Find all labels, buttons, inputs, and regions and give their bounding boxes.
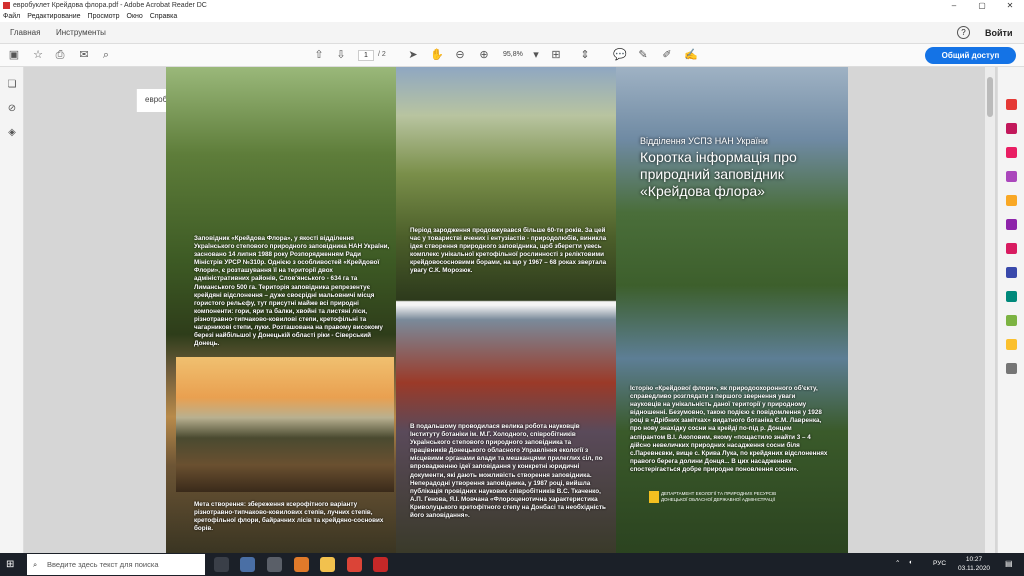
- fit-page-icon[interactable]: ⊞: [548, 47, 564, 63]
- department-name: ДЕПАРТАМЕНТ ЕКОЛОГІЇ ТА ПРИРОДНИХ РЕСУРС…: [661, 491, 777, 502]
- minimize-button[interactable]: –: [940, 0, 968, 11]
- zoom-dropdown-icon[interactable]: ▾: [528, 47, 544, 63]
- send-for-review-icon[interactable]: [1006, 339, 1017, 350]
- create-pdf-icon[interactable]: [1006, 123, 1017, 134]
- redact-icon[interactable]: [1006, 243, 1017, 254]
- menu-bar: Файл Редактирование Просмотр Окно Справк…: [0, 11, 1024, 22]
- protect-icon[interactable]: [1006, 267, 1017, 278]
- share-button[interactable]: Общий доступ: [925, 47, 1016, 64]
- volume-icon[interactable]: ◐: [909, 559, 913, 566]
- sunset-photo: [176, 357, 394, 492]
- sign-icon[interactable]: ✍: [683, 47, 699, 63]
- hand-tool-icon[interactable]: ✋: [429, 47, 445, 63]
- comment-tool-icon[interactable]: [1006, 195, 1017, 206]
- acrobat-taskbar-icon[interactable]: [373, 557, 388, 572]
- window-title: евробуклет Крейдова флора.pdf - Adobe Ac…: [13, 2, 207, 9]
- tab-tools[interactable]: Инструменты: [48, 22, 114, 44]
- zoom-out-icon[interactable]: ⊖: [452, 47, 468, 63]
- page-thumbnails-icon[interactable]: ❏: [5, 79, 19, 93]
- menu-view[interactable]: Просмотр: [88, 13, 120, 20]
- menu-edit[interactable]: Редактирование: [27, 13, 80, 20]
- left-sidebar: ❏ ⊘ ◈: [0, 67, 24, 553]
- page-total: / 2: [378, 51, 386, 58]
- fill-sign-icon[interactable]: [1006, 219, 1017, 230]
- clock-date: 03.11.2020: [958, 565, 991, 572]
- emblem-icon: [649, 491, 659, 503]
- combine-files-icon[interactable]: [1006, 315, 1017, 326]
- windows-start-icon[interactable]: ⊞: [6, 559, 17, 570]
- clock[interactable]: 10:27 03.11.2020: [958, 555, 990, 573]
- page-down-icon[interactable]: ⇩: [333, 47, 349, 63]
- select-tool-icon[interactable]: ➤: [405, 47, 421, 63]
- app-icon[interactable]: [240, 557, 255, 572]
- scrollbar-thumb[interactable]: [987, 77, 993, 117]
- edit-pdf-icon[interactable]: [1006, 147, 1017, 158]
- close-button[interactable]: ✕: [996, 0, 1024, 11]
- clock-time: 10:27: [965, 556, 983, 563]
- help-icon[interactable]: ?: [957, 26, 970, 39]
- calculator-icon[interactable]: [267, 557, 282, 572]
- zoom-level[interactable]: 95,8%: [503, 51, 523, 58]
- network-icon[interactable]: ⌃: [895, 559, 900, 567]
- taskbar-search-placeholder: Введите здесь текст для поиска: [47, 560, 159, 569]
- organize-pages-icon[interactable]: [1006, 171, 1017, 182]
- document-page: Заповідник «Крейдова Флора», у якості ві…: [166, 67, 848, 553]
- browser-icon[interactable]: [294, 557, 309, 572]
- menu-help[interactable]: Справка: [150, 13, 177, 20]
- zoom-in-icon[interactable]: ⊕: [476, 47, 492, 63]
- more-tools-icon[interactable]: [1006, 363, 1017, 374]
- comment-icon[interactable]: 💬: [612, 47, 628, 63]
- panel-3-text: Історію «Крейдової флори», як природоохо…: [630, 385, 828, 473]
- page-up-icon[interactable]: ⇧: [311, 47, 327, 63]
- tab-home[interactable]: Главная: [2, 22, 48, 44]
- vertical-scrollbar[interactable]: [985, 67, 995, 553]
- task-view-icon[interactable]: [214, 557, 229, 572]
- maximize-button[interactable]: ▢: [968, 0, 996, 11]
- file-explorer-icon[interactable]: [320, 557, 335, 572]
- panel-2-text: Період зародження продовжувався більше 6…: [410, 227, 607, 275]
- panel-3-subtitle: Відділення УСПЗ НАН України: [640, 136, 768, 146]
- email-icon[interactable]: ✉: [76, 47, 92, 63]
- panel-2-history-text: В подальшому проводилася велика робота н…: [410, 423, 606, 520]
- menu-file[interactable]: Файл: [3, 13, 20, 20]
- optimize-pdf-icon[interactable]: [1006, 291, 1017, 302]
- scroll-mode-icon[interactable]: ⇕: [577, 47, 593, 63]
- export-pdf-icon[interactable]: [1006, 99, 1017, 110]
- panel-1-goal-text: Мета створення: збереження ксерофітного …: [194, 501, 384, 533]
- right-tools-pane: [997, 67, 1024, 553]
- notification-icon[interactable]: ▤: [1005, 559, 1013, 568]
- department-logo: ДЕПАРТАМЕНТ ЕКОЛОГІЇ ТА ПРИРОДНИХ РЕСУРС…: [649, 491, 801, 503]
- print-icon[interactable]: ⎙: [52, 47, 68, 63]
- bookmark-icon[interactable]: ☆: [30, 47, 46, 63]
- taskbar: ⊞ ⌕ Введите здесь текст для поиска ⌃ ◐ РУ…: [0, 553, 1024, 576]
- title-bar: евробуклет Крейдова флора.pdf - Adobe Ac…: [0, 0, 1024, 11]
- language-indicator[interactable]: РУС: [933, 560, 946, 567]
- search-icon[interactable]: ⌕: [98, 47, 114, 63]
- layers-icon[interactable]: ◈: [5, 127, 19, 141]
- panel-3-title: Коротка інформація про природний заповід…: [640, 149, 797, 199]
- toolbar: ▣ ☆ ⎙ ✉ ⌕ ⇧ ⇩ 1 / 2 ➤ ✋ ⊖ ⊕ 95,8% ▾ ⊞ ⇕ …: [0, 44, 1024, 67]
- save-icon[interactable]: ▣: [6, 47, 22, 63]
- highlight-icon[interactable]: ✎: [635, 47, 651, 63]
- tab-bar: Главная Инструменты евробуклет Крейд...✕…: [0, 22, 1024, 112]
- taskbar-search[interactable]: ⌕ Введите здесь текст для поиска: [27, 554, 205, 575]
- menu-window[interactable]: Окно: [127, 13, 143, 20]
- draw-icon[interactable]: ✐: [659, 47, 675, 63]
- search-icon: ⌕: [33, 560, 38, 569]
- page-number-input[interactable]: 1: [358, 50, 374, 61]
- chrome-icon[interactable]: [347, 557, 362, 572]
- login-button[interactable]: Войти: [985, 22, 1012, 44]
- acrobat-icon: [3, 2, 10, 9]
- attachment-icon[interactable]: ⊘: [5, 103, 19, 117]
- panel-1-text: Заповідник «Крейдова Флора», у якості ві…: [194, 235, 390, 348]
